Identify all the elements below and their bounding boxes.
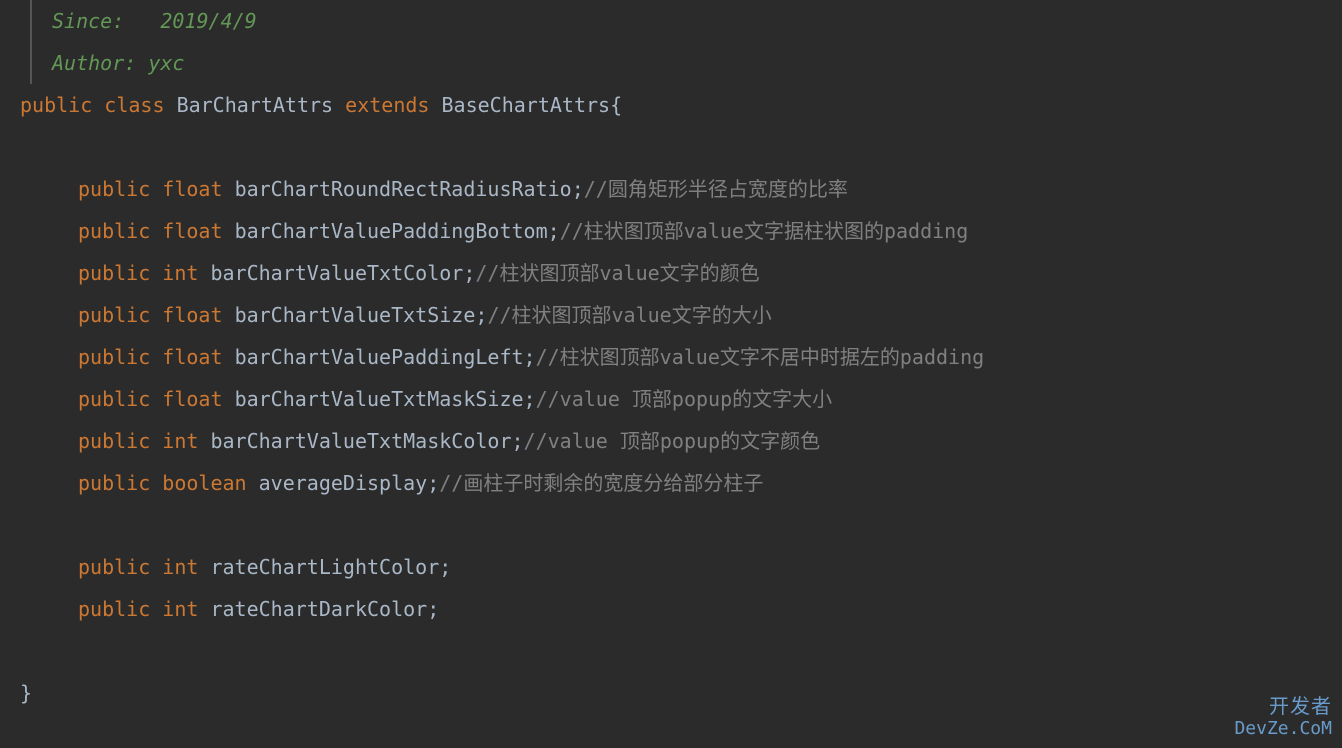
line-comment: //value 顶部popup的文字大小 <box>536 387 833 411</box>
keyword-modifier: public <box>78 387 150 411</box>
field-declaration: public float barChartValueTxtMaskSize;//… <box>20 378 1322 420</box>
brace-open: { <box>610 93 622 117</box>
watermark-line1: 开发者 <box>1234 696 1332 718</box>
line-comment: //柱状图顶部value文字据柱状图的padding <box>560 219 969 243</box>
line-comment: //画柱子时剩余的宽度分给部分柱子 <box>439 471 763 495</box>
semicolon: ; <box>427 597 439 621</box>
field-name: barChartValuePaddingBottom <box>235 219 548 243</box>
code-editor[interactable]: Since: 2019/4/9 Author: yxc public class… <box>0 0 1342 714</box>
keyword-type: int <box>162 429 198 453</box>
semicolon: ; <box>512 429 524 453</box>
line-comment: //柱状图顶部value文字的颜色 <box>475 261 759 285</box>
field-declaration: public int rateChartDarkColor; <box>20 588 1322 630</box>
line-comment: //value 顶部popup的文字颜色 <box>524 429 821 453</box>
javadoc-author-label: Author: <box>52 51 136 75</box>
keyword-public: public <box>20 93 92 117</box>
field-declaration: public float barChartValuePaddingBottom;… <box>20 210 1322 252</box>
class-declaration: public class BarChartAttrs extends BaseC… <box>20 84 1322 126</box>
field-name: barChartValueTxtMaskSize <box>235 387 524 411</box>
keyword-type: float <box>162 219 222 243</box>
field-declaration: public boolean averageDisplay;//画柱子时剩余的宽… <box>20 462 1322 504</box>
watermark-line2: DevZe.CoM <box>1234 718 1332 740</box>
keyword-modifier: public <box>78 303 150 327</box>
javadoc-author-value: yxc <box>148 51 184 75</box>
field-declaration: public int barChartValueTxtMaskColor;//v… <box>20 420 1322 462</box>
semicolon: ; <box>548 219 560 243</box>
line-comment: //柱状图顶部value文字的大小 <box>487 303 771 327</box>
keyword-type: float <box>162 177 222 201</box>
keyword-type: int <box>162 555 198 579</box>
keyword-modifier: public <box>78 597 150 621</box>
semicolon: ; <box>439 555 451 579</box>
keyword-modifier: public <box>78 471 150 495</box>
semicolon: ; <box>427 471 439 495</box>
field-name: rateChartDarkColor <box>210 597 427 621</box>
field-declaration: public float barChartValueTxtSize;//柱状图顶… <box>20 294 1322 336</box>
javadoc-block: Since: 2019/4/9 Author: yxc <box>30 0 1322 84</box>
super-class-name: BaseChartAttrs <box>442 93 611 117</box>
semicolon: ; <box>475 303 487 327</box>
line-comment: //圆角矩形半径占宽度的比率 <box>584 177 848 201</box>
keyword-modifier: public <box>78 261 150 285</box>
keyword-type: float <box>162 345 222 369</box>
keyword-type: float <box>162 387 222 411</box>
blank-line <box>20 126 1322 168</box>
semicolon: ; <box>463 261 475 285</box>
javadoc-since-label: Since: <box>52 9 124 33</box>
field-name: barChartValueTxtColor <box>210 261 463 285</box>
semicolon: ; <box>572 177 584 201</box>
keyword-type: float <box>162 303 222 327</box>
blank-line <box>20 504 1322 546</box>
field-declaration: public int rateChartLightColor; <box>20 546 1322 588</box>
field-name: barChartRoundRectRadiusRatio <box>235 177 572 201</box>
class-name: BarChartAttrs <box>177 93 334 117</box>
semicolon: ; <box>524 345 536 369</box>
field-name: barChartValuePaddingLeft <box>235 345 524 369</box>
keyword-modifier: public <box>78 429 150 453</box>
javadoc-since-value: 2019/4/9 <box>160 9 256 33</box>
keyword-type: int <box>162 261 198 285</box>
brace-close: } <box>20 681 32 705</box>
keyword-modifier: public <box>78 345 150 369</box>
field-name: barChartValueTxtMaskColor <box>210 429 511 453</box>
keyword-modifier: public <box>78 219 150 243</box>
field-name: barChartValueTxtSize <box>235 303 476 327</box>
keyword-type: boolean <box>162 471 246 495</box>
keyword-modifier: public <box>78 177 150 201</box>
javadoc-author-line: Author: yxc <box>52 42 1322 84</box>
keyword-class: class <box>104 93 164 117</box>
watermark: 开发者 DevZe.CoM <box>1234 696 1332 740</box>
javadoc-since-line: Since: 2019/4/9 <box>52 0 1322 42</box>
field-name: rateChartLightColor <box>210 555 439 579</box>
keyword-extends: extends <box>345 93 429 117</box>
blank-line <box>20 630 1322 672</box>
line-comment: //柱状图顶部value文字不居中时据左的padding <box>536 345 985 369</box>
keyword-modifier: public <box>78 555 150 579</box>
keyword-type: int <box>162 597 198 621</box>
semicolon: ; <box>524 387 536 411</box>
field-declaration: public float barChartValuePaddingLeft;//… <box>20 336 1322 378</box>
field-declaration: public float barChartRoundRectRadiusRati… <box>20 168 1322 210</box>
class-close: } <box>20 672 1322 714</box>
field-declaration: public int barChartValueTxtColor;//柱状图顶部… <box>20 252 1322 294</box>
field-name: averageDisplay <box>259 471 428 495</box>
